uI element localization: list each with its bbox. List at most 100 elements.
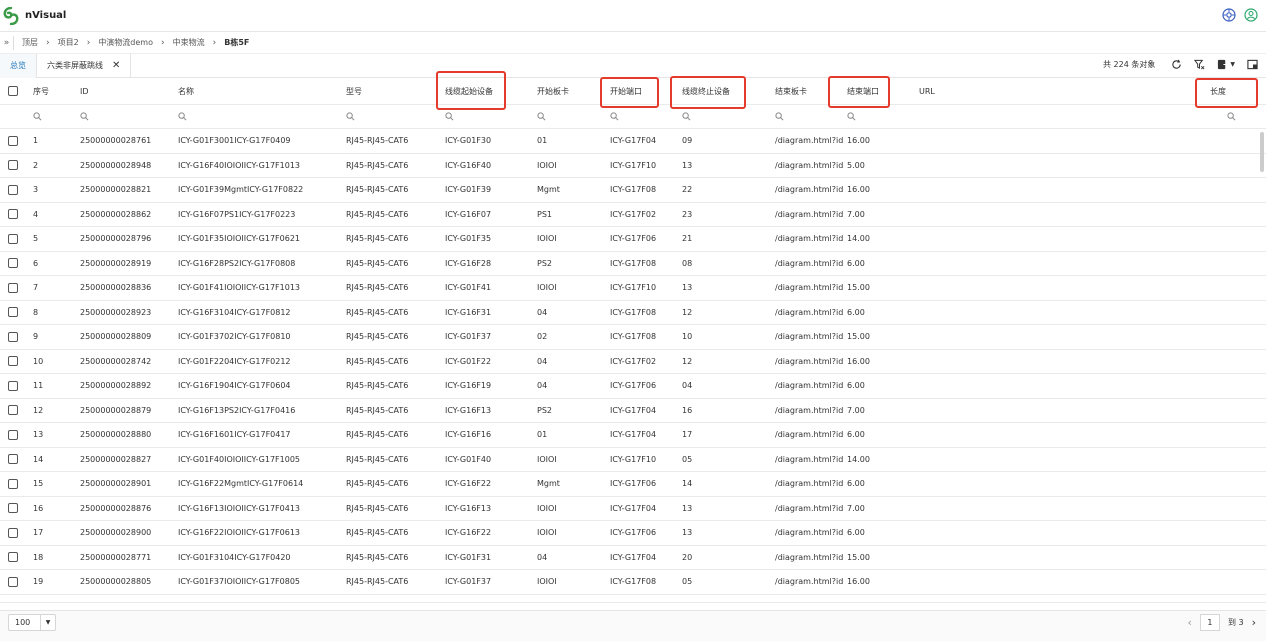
filter-input-end-card[interactable] [775,105,843,128]
cell-model: RJ45-RJ45-CAT6 [346,454,409,464]
column-header-id[interactable]: ID [80,78,174,104]
row-checkbox[interactable] [8,478,18,489]
breadcrumb-item[interactable]: 项目2 [58,37,79,48]
table-row[interactable]: 10 25000000028742 ICY-G01F2204ICY-G17F0212… [0,350,1266,374]
table-row[interactable]: 3 25000000028821 ICY-G01F39MgmtICY-G17F082… [0,178,1266,203]
close-icon[interactable]: ✕ [112,60,120,71]
chevron-right-icon[interactable]: › [1252,616,1256,629]
row-checkbox[interactable] [8,429,18,440]
filter-input-length[interactable] [1200,105,1236,128]
column-header-model[interactable]: 型号 [346,78,441,104]
cell-start-card: IOIOI [537,283,557,293]
row-checkbox[interactable] [8,184,18,195]
cell-end-card: /diagram.html?id=24000000067686&blink=25… [775,479,843,489]
filter-input-end-port[interactable] [847,105,915,128]
divider [130,53,132,78]
cell-id: 25000000028827 [80,454,152,464]
current-page-input[interactable]: 1 [1199,614,1220,631]
chevron-left-icon[interactable]: ‹ [1188,616,1192,629]
search-icon [445,112,454,121]
cell-end-card: /diagram.html?id=24000000066691&blink=25… [775,136,843,146]
breadcrumb-item[interactable]: 中束物流 [173,37,205,48]
table-row[interactable]: 19 25000000028805 ICY-G01F37IOIOIICY-G17F0… [0,570,1266,595]
settings-icon[interactable] [1222,8,1236,22]
table-row[interactable]: 15 25000000028901 ICY-G16F22MgmtICY-G17F06… [0,472,1266,497]
user-icon[interactable] [1244,8,1258,22]
cell-start-port: ICY-G17F06 [610,234,657,244]
page-size-select[interactable]: 100 ▼ [8,614,56,631]
table-row[interactable]: 1 25000000028761 ICY-G01F3001ICY-G17F0409 R… [0,129,1266,154]
cell-end-device: 04 [682,381,693,391]
row-checkbox[interactable] [8,552,18,563]
breadcrumb-item[interactable]: 顶层 [22,37,38,48]
table-row[interactable]: 5 25000000028796 ICY-G01F35IOIOIICY-G17F06… [0,227,1266,252]
row-checkbox[interactable] [8,258,18,269]
chevron-down-icon[interactable]: ▼ [40,615,55,630]
filter-input-name[interactable] [178,105,342,128]
table-row[interactable]: 16 25000000028876 ICY-G16F13IOIOIICY-G17F0… [0,497,1266,521]
cell-name: ICY-G01F3104ICY-G17F0420 [178,552,291,562]
table-row[interactable]: 11 25000000028892 ICY-G16F1904ICY-G17F0604… [0,374,1266,399]
table-row[interactable]: 12 25000000028879 ICY-G16F13PS2ICY-G17F041… [0,399,1266,423]
row-checkbox[interactable] [8,405,18,416]
tab-overview[interactable]: 总览 [0,53,36,78]
row-checkbox[interactable] [8,380,18,391]
row-checkbox[interactable] [8,503,18,514]
filter-input-id[interactable] [80,105,174,128]
row-checkbox[interactable] [8,282,18,293]
row-checkbox[interactable] [8,209,18,220]
cell-start-card: PS2 [537,258,552,268]
filter-input-model[interactable] [346,105,441,128]
row-checkbox[interactable] [8,233,18,244]
table-row[interactable]: 14 25000000028827 ICY-G01F40IOIOIICY-G17F1… [0,448,1266,472]
filter-input-start-card[interactable] [537,105,606,128]
cell-start-card: Mgmt [537,479,560,489]
panel-toggle-button[interactable] [1247,59,1258,70]
cell-model: RJ45-RJ45-CAT6 [346,577,409,587]
checkbox-cell [8,521,24,545]
table-row[interactable]: 2 25000000028948 ICY-G16F40IOIOIICY-G17F10… [0,154,1266,178]
row-checkbox[interactable] [8,307,18,318]
cell-start-card: PS1 [537,209,552,219]
table-row[interactable]: 18 25000000028771 ICY-G01F3104ICY-G17F0420… [0,546,1266,570]
table-row[interactable]: 7 25000000028836 ICY-G01F41IOIOIICY-G17F10… [0,276,1266,301]
refresh-button[interactable] [1171,59,1182,70]
tab-cat6-patch-cable[interactable]: 六类非屏蔽跳线 ✕ [37,54,130,78]
breadcrumb-current[interactable]: B栋5F [224,37,249,48]
row-checkbox[interactable] [8,527,18,538]
column-header-start-card[interactable]: 开始板卡 [537,78,606,104]
row-checkbox[interactable] [8,576,18,587]
row-checkbox[interactable] [8,356,18,367]
filter-input-index[interactable] [33,105,76,128]
cell-start-port: ICY-G17F04 [610,136,657,146]
filter-input-start-port[interactable] [610,105,678,128]
export-button[interactable]: ▼ [1217,59,1235,70]
vertical-scrollbar[interactable] [1260,132,1264,172]
cell-end-device: 22 [682,185,693,195]
column-header-index[interactable]: 序号 [33,78,76,104]
table-row[interactable]: 9 25000000028809 ICY-G01F3702ICY-G17F0810 R… [0,325,1266,350]
row-checkbox[interactable] [8,160,18,171]
cell-start-card: 01 [537,430,548,440]
pagination-bar: 100 ▼ ‹ 1 到 3 › [0,610,1266,641]
row-checkbox[interactable] [8,454,18,465]
table-row[interactable]: 4 25000000028862 ICY-G16F07PS1ICY-G17F0223… [0,203,1266,227]
panel-icon [1247,59,1258,70]
cell-index: 9 [33,332,39,342]
column-header-url[interactable]: URL [919,78,1196,104]
breadcrumb-item[interactable]: 中演物流demo [98,37,153,48]
sidebar-expand-button[interactable]: » [0,35,14,50]
table-row[interactable]: 8 25000000028923 ICY-G16F3104ICY-G17F0812 R… [0,301,1266,325]
logo[interactable]: nVisual [2,6,66,25]
select-all-checkbox[interactable] [8,86,18,96]
checkbox-cell [8,301,24,325]
table-row[interactable]: 17 25000000028900 ICY-G16F22IOIOIICY-G17F0… [0,521,1266,546]
column-header-name[interactable]: 名称 [178,78,342,104]
table-row[interactable]: 13 25000000028880 ICY-G16F1601ICY-G17F0417… [0,423,1266,448]
filter-button[interactable] [1194,59,1205,70]
cell-end-device: 10 [682,332,693,342]
row-checkbox[interactable] [8,135,18,146]
row-checkbox[interactable] [8,331,18,342]
cell-name: ICY-G01F2204ICY-G17F0212 [178,356,291,366]
table-row[interactable]: 6 25000000028919 ICY-G16F28PS2ICY-G17F0808… [0,252,1266,276]
